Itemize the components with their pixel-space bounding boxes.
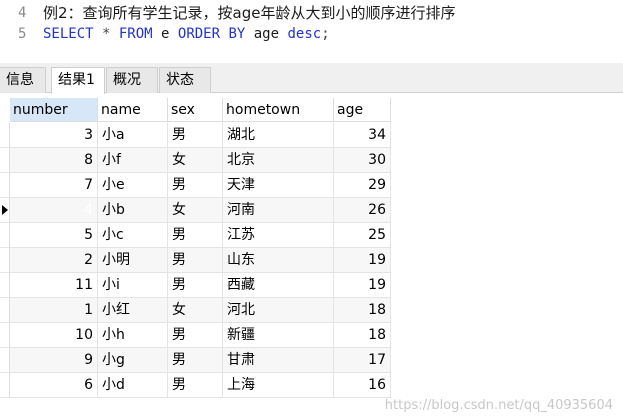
- cell-number[interactable]: 6: [10, 373, 98, 398]
- cell-sex[interactable]: 男: [168, 223, 223, 248]
- tab-result1[interactable]: 结果1: [51, 67, 105, 94]
- cell-number[interactable]: 3: [10, 123, 98, 148]
- column-header-name[interactable]: name: [98, 98, 168, 122]
- result-grid[interactable]: number name sex hometown age https://blo…: [0, 96, 623, 419]
- tab-status[interactable]: 状态: [159, 67, 211, 93]
- cell-number[interactable]: 8: [10, 148, 98, 173]
- line-number: 5: [18, 26, 27, 42]
- cell-name[interactable]: 小明: [98, 248, 168, 273]
- cell-number[interactable]: 11: [10, 273, 98, 298]
- column-header-number[interactable]: number: [10, 98, 98, 122]
- cell-age[interactable]: 29: [334, 173, 391, 198]
- cell-hometown[interactable]: 上海: [223, 373, 334, 398]
- cell-age[interactable]: 19: [334, 273, 391, 298]
- cell-name[interactable]: 小i: [98, 273, 168, 298]
- cell-age[interactable]: 18: [334, 298, 391, 323]
- sql-token: e: [152, 26, 178, 42]
- cell-age[interactable]: 26: [334, 198, 391, 223]
- column-header-age[interactable]: age: [334, 98, 391, 122]
- cell-name[interactable]: 小h: [98, 323, 168, 348]
- cell-hometown[interactable]: 河北: [223, 298, 334, 323]
- code-line: 4 例2：查询所有学生记录，按age年龄从大到小的顺序进行排序: [0, 3, 623, 23]
- cell-age[interactable]: 18: [334, 323, 391, 348]
- cell-sex[interactable]: 男: [168, 173, 223, 198]
- code-line: 5 SELECT * FROM e ORDER BY age desc;: [0, 24, 623, 44]
- row-header[interactable]: [0, 123, 10, 148]
- cell-number[interactable]: 1: [10, 298, 98, 323]
- column-header-hometown[interactable]: hometown: [223, 98, 334, 122]
- sql-editor[interactable]: 4 例2：查询所有学生记录，按age年龄从大到小的顺序进行排序 5 SELECT…: [0, 0, 623, 50]
- cell-age[interactable]: 19: [334, 248, 391, 273]
- sql-token: FROM: [118, 26, 153, 42]
- cell-number[interactable]: 4: [10, 198, 98, 223]
- watermark: https://blog.csdn.net/qq_40935604: [384, 398, 613, 413]
- cell-hometown[interactable]: 山东: [223, 248, 334, 273]
- cell-name[interactable]: 小a: [98, 123, 168, 148]
- cell-name[interactable]: 小e: [98, 173, 168, 198]
- row-header[interactable]: [0, 323, 10, 348]
- cell-sex[interactable]: 男: [168, 373, 223, 398]
- row-header[interactable]: [0, 248, 10, 273]
- cell-sex[interactable]: 女: [168, 298, 223, 323]
- cell-name[interactable]: 小b: [98, 198, 168, 223]
- cell-sex[interactable]: 男: [168, 273, 223, 298]
- cell-hometown[interactable]: 新疆: [223, 323, 334, 348]
- cell-name[interactable]: 小红: [98, 298, 168, 323]
- cell-age[interactable]: 17: [334, 348, 391, 373]
- cell-number[interactable]: 7: [10, 173, 98, 198]
- cell-sex[interactable]: 男: [168, 348, 223, 373]
- sql-token: ORDER BY: [177, 26, 246, 42]
- cell-hometown[interactable]: 湖北: [223, 123, 334, 148]
- line-number: 4: [18, 5, 27, 21]
- cell-hometown[interactable]: 河南: [223, 198, 334, 223]
- cell-name[interactable]: 小d: [98, 373, 168, 398]
- current-row-icon: [2, 205, 8, 215]
- row-header[interactable]: [0, 273, 10, 298]
- cell-name[interactable]: 小f: [98, 148, 168, 173]
- cell-hometown[interactable]: 北京: [223, 148, 334, 173]
- column-header-sex[interactable]: sex: [168, 98, 223, 122]
- tab-info[interactable]: 信息: [0, 67, 46, 93]
- cell-name[interactable]: 小c: [98, 223, 168, 248]
- cell-sex[interactable]: 男: [168, 123, 223, 148]
- row-header[interactable]: [0, 348, 10, 373]
- cell-hometown[interactable]: 甘肃: [223, 348, 334, 373]
- cell-hometown[interactable]: 天津: [223, 173, 334, 198]
- sql-token: age: [245, 26, 288, 42]
- cell-hometown[interactable]: 江苏: [223, 223, 334, 248]
- cell-number[interactable]: 9: [10, 348, 98, 373]
- cell-sex[interactable]: 女: [168, 198, 223, 223]
- cell-sex[interactable]: 男: [168, 323, 223, 348]
- sql-token: desc: [287, 26, 322, 42]
- sql-token: ;: [321, 26, 330, 42]
- cell-number[interactable]: 5: [10, 223, 98, 248]
- cell-age[interactable]: 30: [334, 148, 391, 173]
- sql-token: *: [93, 26, 119, 42]
- row-header[interactable]: [0, 223, 10, 248]
- cell-number[interactable]: 2: [10, 248, 98, 273]
- cell-hometown[interactable]: 西藏: [223, 273, 334, 298]
- cell-age[interactable]: 25: [334, 223, 391, 248]
- sql-comment: 例2：查询所有学生记录，按age年龄从大到小的顺序进行排序: [43, 4, 456, 22]
- cell-age[interactable]: 16: [334, 373, 391, 398]
- cell-number[interactable]: 10: [10, 323, 98, 348]
- result-tabs: 信息 结果1 概况 状态: [0, 63, 623, 94]
- cell-age[interactable]: 34: [334, 123, 391, 148]
- row-header[interactable]: [0, 148, 10, 173]
- sql-statement: SELECT * FROM e ORDER BY age desc;: [43, 24, 330, 44]
- cell-sex[interactable]: 男: [168, 248, 223, 273]
- cell-name[interactable]: 小g: [98, 348, 168, 373]
- row-header[interactable]: [0, 298, 10, 323]
- tab-profile[interactable]: 概况: [106, 67, 158, 93]
- row-header[interactable]: [0, 173, 10, 198]
- row-header[interactable]: [0, 373, 10, 398]
- cell-sex[interactable]: 女: [168, 148, 223, 173]
- sql-token: SELECT: [43, 26, 94, 42]
